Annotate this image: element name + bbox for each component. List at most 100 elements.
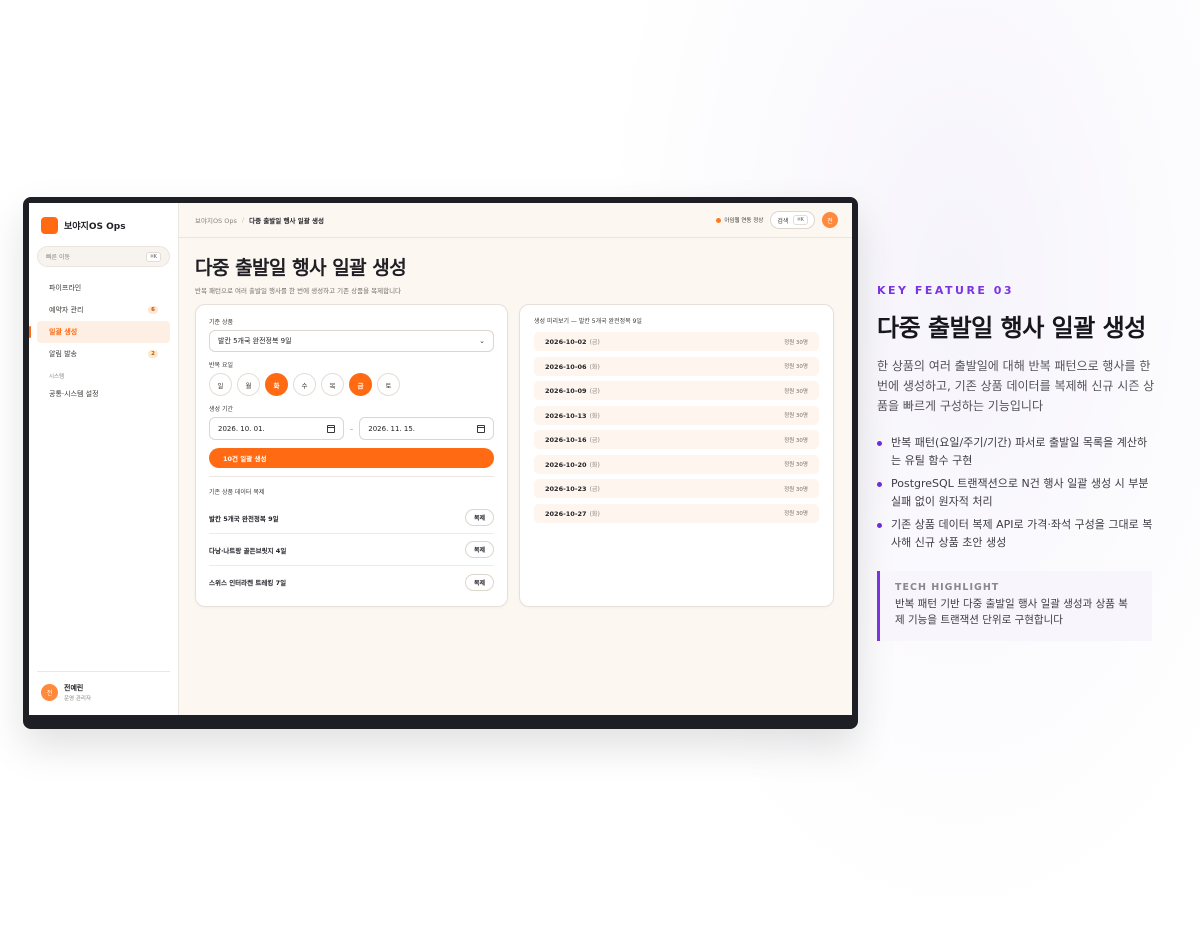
bulk-generate-button[interactable]: 10건 일괄 생성 bbox=[209, 448, 494, 468]
day-toggle-tue[interactable]: 화 bbox=[265, 373, 288, 396]
main-content: 보야지OS Ops / 다중 출발일 행사 일괄 생성 아임웹 연동 정상 검색… bbox=[179, 203, 852, 715]
brand[interactable]: 보야지OS Ops bbox=[29, 203, 178, 234]
bullet-dot-icon bbox=[877, 523, 882, 528]
sidebar-item-label: 파이프라인 bbox=[49, 284, 82, 292]
status-dot-icon bbox=[716, 217, 722, 223]
feature-label: KEY FEATURE 03 bbox=[877, 284, 1015, 297]
avatar: 전 bbox=[41, 684, 58, 701]
day-toggle-thu[interactable]: 목 bbox=[321, 373, 344, 396]
preview-weekday: (금) bbox=[589, 486, 600, 493]
sidebar-item-label: 공통·시스템 설정 bbox=[49, 390, 99, 398]
preview-date: 2026-10-16 (금) bbox=[545, 436, 600, 444]
preview-row: 2026-10-23 (금) 정원 30명 bbox=[534, 479, 819, 498]
preview-row: 2026-10-16 (금) 정원 30명 bbox=[534, 430, 819, 449]
day-selector: 일 월 화 수 목 금 토 bbox=[209, 373, 494, 396]
copy-button[interactable]: 복제 bbox=[464, 573, 494, 591]
repeat-days-label: 반복 요일 bbox=[209, 362, 233, 369]
page-subtitle: 반복 패턴으로 여러 출발일 행사를 한 번에 생성하고 기존 상품을 복제합니… bbox=[195, 287, 402, 295]
search-button[interactable]: 검색 ⌘K bbox=[770, 211, 815, 229]
breadcrumb-root[interactable]: 보야지OS Ops bbox=[195, 215, 237, 225]
list-item: 기존 상품 데이터 복제 API로 가격·좌석 구성을 그대로 복사해 신규 상… bbox=[877, 516, 1157, 552]
preview-title: 생성 미리보기 — 발칸 5개국 완전정복 9일 bbox=[534, 318, 642, 325]
tech-highlight-label: TECH HIGHLIGHT bbox=[895, 582, 1000, 593]
preview-capacity: 정원 30명 bbox=[784, 486, 808, 493]
breadcrumb-current: 다중 출발일 행사 일괄 생성 bbox=[249, 217, 324, 225]
list-item: 발칸 5개국 완전정복 9일 복제 bbox=[209, 502, 494, 534]
day-toggle-mon[interactable]: 월 bbox=[237, 373, 260, 396]
preview-list: 2026-10-02 (금) 정원 30명 2026-10-06 (화) 정원 30… bbox=[534, 332, 819, 523]
preview-capacity: 정원 30명 bbox=[784, 339, 808, 346]
calendar-icon[interactable] bbox=[477, 424, 485, 433]
bullet-dot-icon bbox=[877, 441, 882, 446]
end-date-input[interactable]: 2026. 11. 15. bbox=[359, 417, 494, 440]
breadcrumb: 보야지OS Ops / 다중 출발일 행사 일괄 생성 bbox=[195, 215, 324, 225]
brand-name: 보야지OS Ops bbox=[64, 222, 126, 232]
sidebar-item-reservations[interactable]: 예약자 관리 6 bbox=[37, 299, 170, 321]
date-range: 2026. 10. 01. – 2026. 11. 15. bbox=[209, 417, 494, 440]
preview-weekday: (화) bbox=[589, 363, 600, 371]
user-name: 전예린 bbox=[64, 684, 84, 692]
copy-button[interactable]: 복제 bbox=[464, 509, 494, 526]
end-date-value: 2026. 11. 15. bbox=[368, 424, 416, 433]
start-date-input[interactable]: 2026. 10. 01. bbox=[209, 417, 344, 440]
bulk-create-form: 기준 상품 발칸 5개국 완전정복 9일 ⌄ 반복 요일 일 월 화 수 목 금… bbox=[195, 304, 508, 607]
brand-logo-icon bbox=[41, 217, 58, 234]
preview-row: 2026-10-13 (화) 정원 30명 bbox=[534, 405, 819, 425]
preview-date: 2026-10-27 (화) bbox=[545, 509, 600, 518]
preview-capacity: 정원 30명 bbox=[784, 437, 808, 444]
sidebar-item-pipeline[interactable]: 파이프라인 bbox=[37, 277, 170, 299]
count-badge: 2 bbox=[148, 350, 158, 358]
preview-weekday: (화) bbox=[589, 510, 600, 518]
sidebar-nav: 파이프라인 예약자 관리 6 일괄 생성 알림 발송 2 시스템 공통·시스템 … bbox=[29, 277, 178, 405]
preview-weekday: (금) bbox=[589, 437, 600, 444]
app-screen: 보야지OS Ops 빠른 이동 ⌘K 파이프라인 예약자 관리 6 일괄 생성 … bbox=[29, 203, 852, 715]
copy-button[interactable]: 복제 bbox=[464, 541, 494, 558]
sidebar-item-label: 일괄 생성 bbox=[49, 328, 78, 336]
base-product-value: 발칸 5개국 완전정복 9일 bbox=[218, 337, 292, 345]
bullet-text: PostgreSQL 트랜잭션으로 N건 행사 일괄 생성 시 부분 실패 없이… bbox=[891, 477, 1149, 508]
preview-weekday: (화) bbox=[589, 412, 600, 420]
quick-nav-input[interactable]: 빠른 이동 ⌘K bbox=[37, 246, 170, 267]
preview-date: 2026-10-13 (화) bbox=[545, 411, 600, 420]
day-toggle-sun[interactable]: 일 bbox=[209, 373, 232, 396]
bullet-text: 반복 패턴(요일/주기/기간) 파서로 출발일 목록을 계산하는 유틸 함수 구… bbox=[891, 436, 1148, 467]
date-range-separator: – bbox=[349, 424, 354, 433]
list-item: 반복 패턴(요일/주기/기간) 파서로 출발일 목록을 계산하는 유틸 함수 구… bbox=[877, 434, 1157, 470]
sync-status-text: 아임웹 연동 정상 bbox=[724, 218, 764, 224]
day-toggle-fri[interactable]: 금 bbox=[349, 373, 372, 396]
avatar[interactable]: 전 bbox=[822, 212, 838, 228]
preview-weekday: (화) bbox=[589, 461, 600, 469]
preview-row: 2026-10-02 (금) 정원 30명 bbox=[534, 332, 819, 351]
topbar-actions: 아임웹 연동 정상 검색 ⌘K 전 bbox=[716, 211, 838, 229]
feature-description: 한 상품의 여러 출발일에 대해 반복 패턴으로 행사를 한 번에 생성하고, … bbox=[877, 359, 1155, 413]
preview-date: 2026-10-20 (화) bbox=[545, 460, 600, 469]
generation-preview: 생성 미리보기 — 발칸 5개국 완전정복 9일 2026-10-02 (금) 정… bbox=[519, 304, 834, 607]
divider bbox=[209, 476, 494, 477]
list-item: 다낭·나트랑 골든브릿지 4일 복제 bbox=[209, 534, 494, 566]
preview-row: 2026-10-09 (금) 정원 30명 bbox=[534, 381, 819, 400]
breadcrumb-separator: / bbox=[241, 216, 245, 224]
sidebar-item-bulk-create[interactable]: 일괄 생성 bbox=[29, 321, 170, 343]
base-product-select[interactable]: 발칸 5개국 완전정복 9일 ⌄ bbox=[209, 330, 494, 352]
bullet-dot-icon bbox=[877, 482, 882, 487]
preview-weekday: (금) bbox=[589, 388, 600, 395]
preview-weekday: (금) bbox=[589, 339, 600, 346]
preview-date: 2026-10-09 (금) bbox=[545, 387, 600, 395]
period-label: 생성 기간 bbox=[209, 406, 233, 413]
feature-bullet-list: 반복 패턴(요일/주기/기간) 파서로 출발일 목록을 계산하는 유틸 함수 구… bbox=[877, 434, 1157, 557]
preview-date: 2026-10-02 (금) bbox=[545, 338, 600, 346]
day-toggle-sat[interactable]: 토 bbox=[377, 373, 400, 396]
user-profile[interactable]: 전 전예린 운영 관리자 bbox=[37, 671, 170, 705]
preview-row: 2026-10-27 (화) 정원 30명 bbox=[534, 503, 819, 523]
search-button-label: 검색 bbox=[777, 217, 789, 225]
tech-highlight-text: 반복 패턴 기반 다중 출발일 행사 일괄 생성과 상품 복제 기능을 트랜잭션… bbox=[895, 598, 1128, 626]
feature-title: 다중 출발일 행사 일괄 생성 bbox=[877, 314, 1146, 342]
calendar-icon[interactable] bbox=[326, 424, 335, 433]
sidebar-item-notifications[interactable]: 알림 발송 2 bbox=[37, 343, 170, 365]
sidebar-item-settings[interactable]: 공통·시스템 설정 bbox=[37, 383, 170, 405]
day-toggle-wed[interactable]: 수 bbox=[293, 373, 316, 396]
preview-capacity: 정원 30명 bbox=[784, 511, 808, 517]
list-item: 스위스 인터라켄 트레킹 7일 복제 bbox=[209, 566, 494, 598]
preview-row: 2026-10-20 (화) 정원 30명 bbox=[534, 454, 819, 474]
count-badge: 6 bbox=[148, 306, 158, 314]
